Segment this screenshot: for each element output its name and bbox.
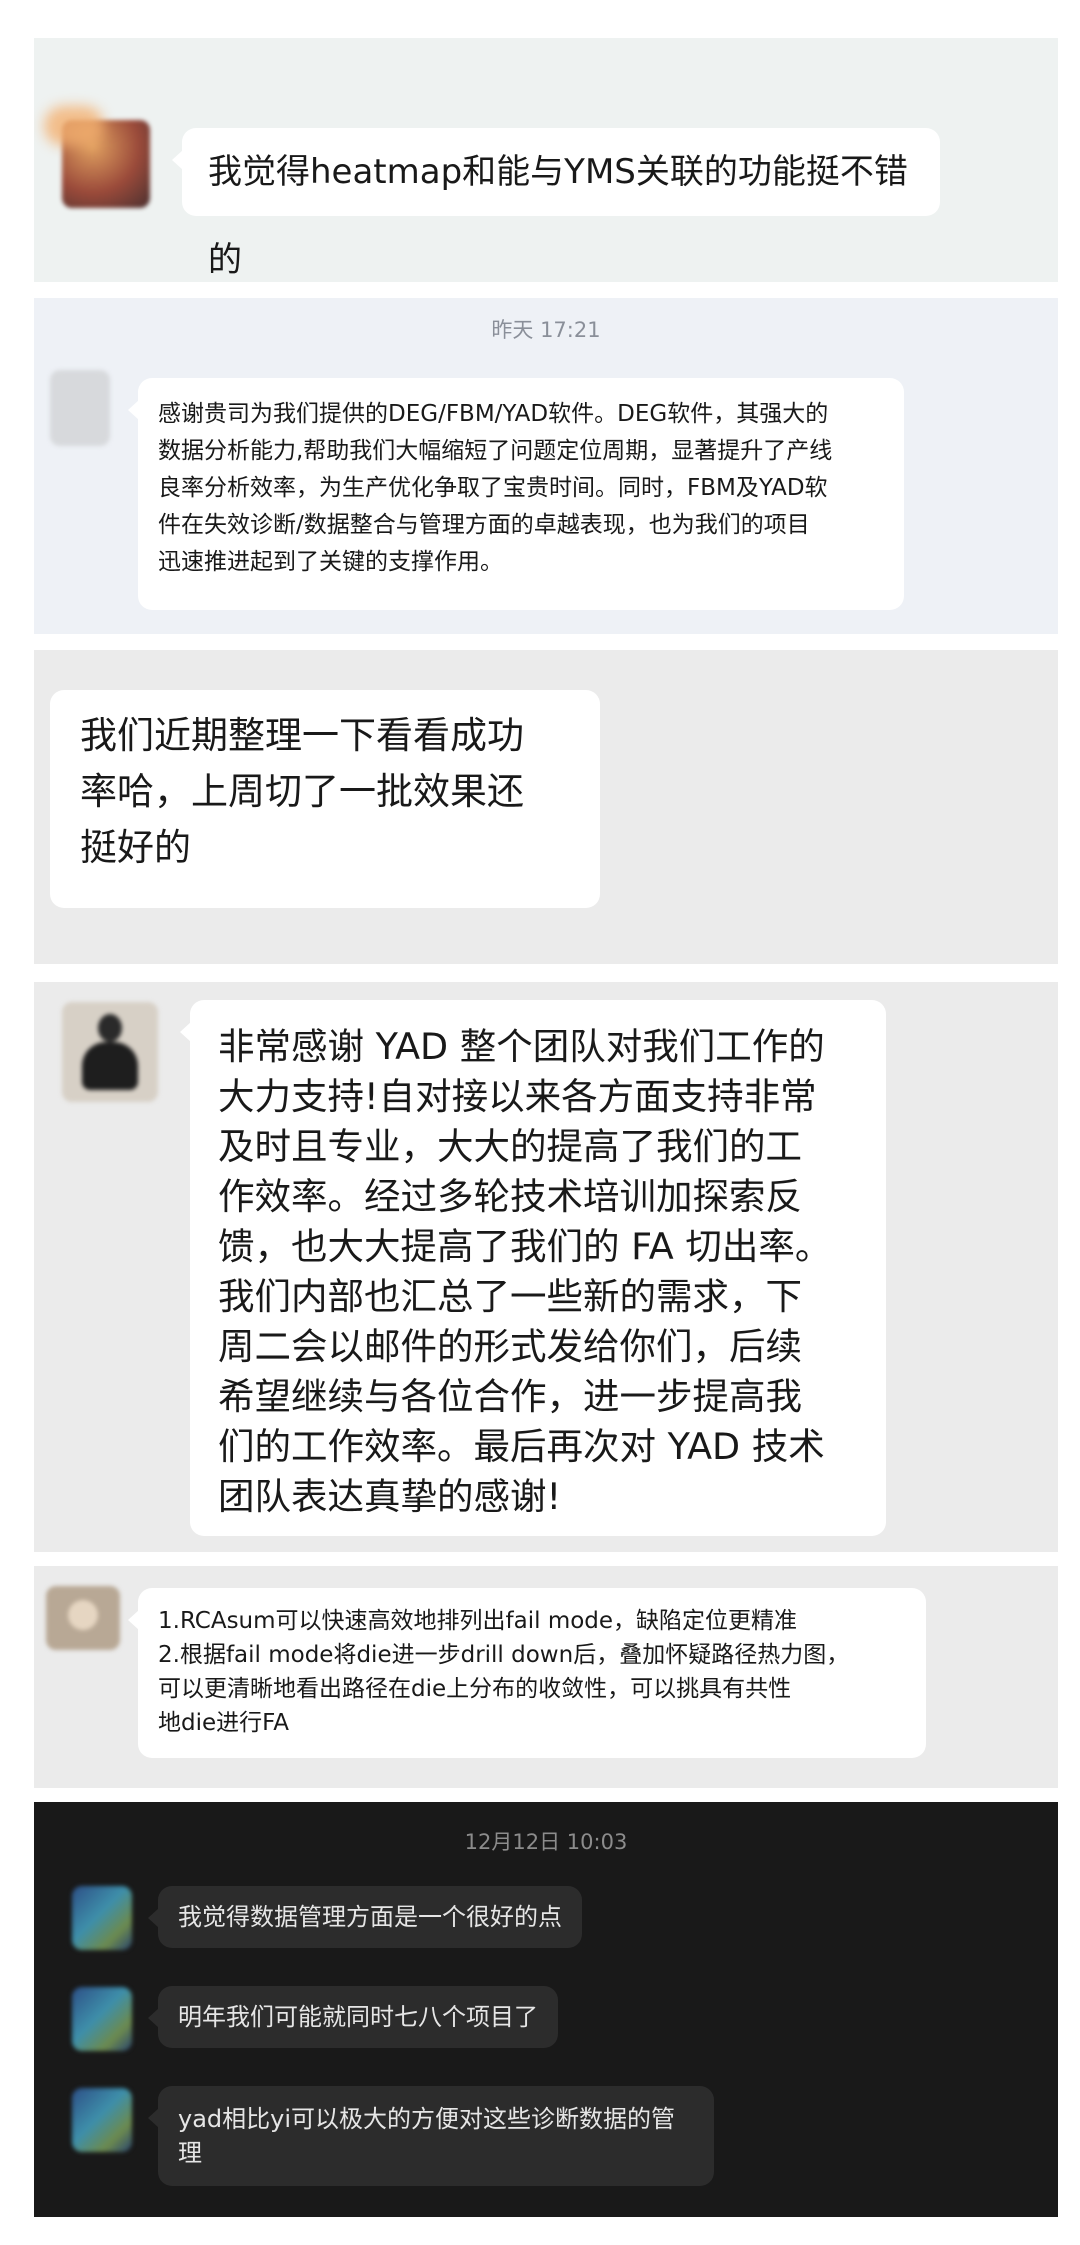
chat-panel-2: 昨天 17:21 感谢贵司为我们提供的DEG/FBM/YAD软件。DEG软件，其… [34, 298, 1058, 634]
avatar[interactable] [62, 1002, 158, 1102]
chat-panel-3: 我们近期整理一下看看成功 率哈，上周切了一批效果还 挺好的 [34, 650, 1058, 964]
chat-panel-4: 非常感谢 YAD 整个团队对我们工作的 大力支持!自对接以来各方面支持非常 及时… [34, 982, 1058, 1552]
chat-panel-dark: 12月12日 10:03 我觉得数据管理方面是一个很好的点 明年我们可能就同时七… [34, 1802, 1058, 2217]
avatar[interactable] [72, 1987, 132, 2051]
timestamp: 12月12日 10:03 [464, 1830, 628, 1854]
timestamp: 昨天 17:21 [491, 318, 601, 342]
chat-panel-5: 1.RCAsum可以快速高效地排列出fail mode，缺陷定位更精准 2.根据… [34, 1566, 1058, 1788]
message-bubble[interactable]: 我觉得heatmap和能与YMS关联的功能挺不错的 [172, 128, 940, 280]
avatar[interactable] [72, 1886, 132, 1950]
message-bubble[interactable]: 1.RCAsum可以快速高效地排列出fail mode，缺陷定位更精准 2.根据… [128, 1588, 926, 1758]
avatar[interactable] [72, 2088, 132, 2152]
avatar[interactable] [50, 370, 110, 446]
message-bubble[interactable]: 明年我们可能就同时七八个项目了 [148, 1986, 558, 2048]
message-bubble[interactable]: 感谢贵司为我们提供的DEG/FBM/YAD软件。DEG软件，其强大的 数据分析能… [128, 378, 904, 610]
message-bubble[interactable]: 我觉得数据管理方面是一个很好的点 [148, 1886, 582, 1948]
message-bubble[interactable]: 我们近期整理一下看看成功 率哈，上周切了一批效果还 挺好的 [50, 690, 600, 908]
chat-panel-1: 我觉得heatmap和能与YMS关联的功能挺不错的 [34, 38, 1058, 282]
message-bubble[interactable]: 非常感谢 YAD 整个团队对我们工作的 大力支持!自对接以来各方面支持非常 及时… [180, 1000, 886, 1536]
avatar[interactable] [62, 120, 150, 208]
avatar[interactable] [46, 1586, 120, 1650]
message-bubble[interactable]: yad相比yi可以极大的方便对这些诊断数据的管 理 [148, 2086, 714, 2186]
